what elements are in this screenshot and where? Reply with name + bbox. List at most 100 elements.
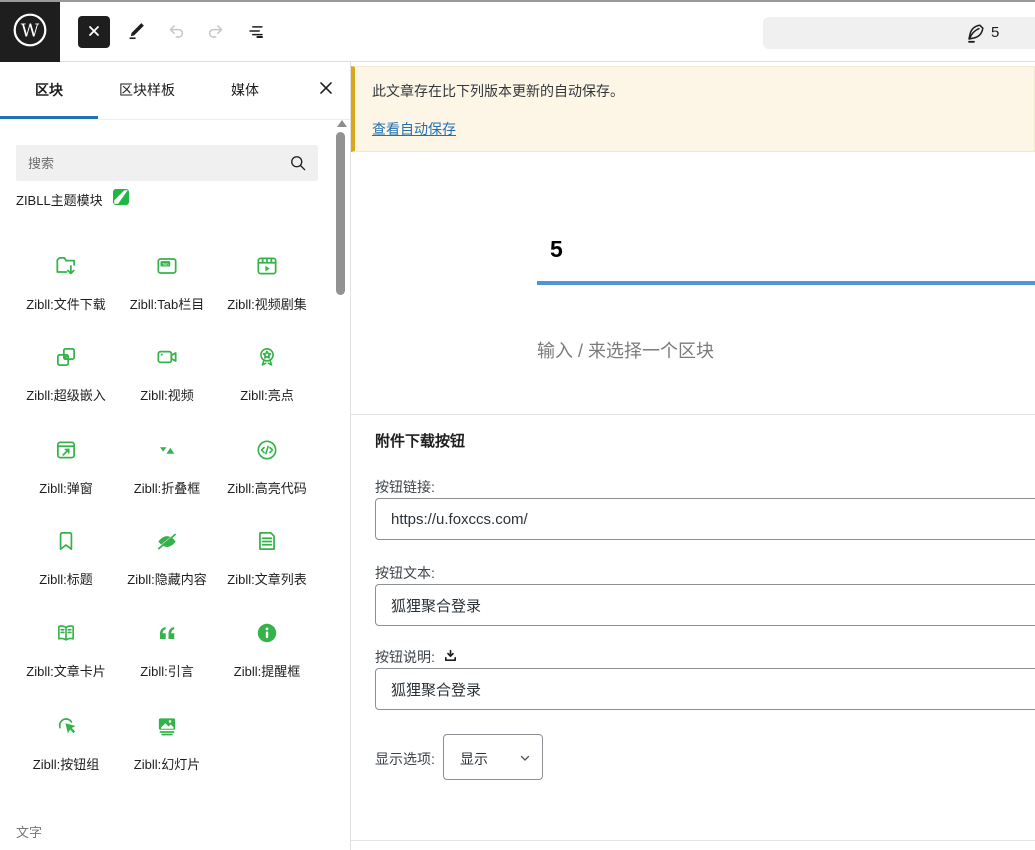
- title-selection-underline: [537, 281, 1035, 285]
- close-panel-button[interactable]: [302, 62, 350, 119]
- block-item-alert-box[interactable]: Zibll:提醒框: [217, 621, 317, 680]
- block-item-super-embed[interactable]: Zibll:超级嵌入: [16, 345, 116, 404]
- block-item-label: Zibll:Tab栏目: [117, 294, 217, 313]
- block-placeholder-text[interactable]: 输入 / 来选择一个区块: [537, 337, 714, 363]
- document-title-text: 5: [991, 24, 999, 41]
- slideshow-icon: [117, 714, 217, 738]
- block-inserter-panel: 区块 区块样板 媒体 ZIBLL主题模块: [0, 62, 351, 850]
- document-title-button[interactable]: 5: [763, 17, 1035, 49]
- scrollbar-up-arrow[interactable]: [337, 120, 347, 127]
- search-icon: [288, 153, 308, 178]
- block-item-label: Zibll:隐藏内容: [117, 569, 217, 588]
- block-item-label: Zibll:文章列表: [217, 569, 317, 588]
- tab-media[interactable]: 媒体: [196, 62, 294, 119]
- open-book-icon: [16, 621, 116, 645]
- award-badge-icon: [217, 345, 317, 369]
- view-autosave-link[interactable]: 查看自动保存: [372, 119, 456, 139]
- redo-icon: [205, 20, 227, 45]
- video-camera-icon: [117, 345, 217, 369]
- edit-mode-button[interactable]: [120, 16, 152, 48]
- block-item-label: Zibll:超级嵌入: [16, 385, 116, 404]
- svg-text:Tab: Tab: [162, 262, 168, 267]
- display-option-select[interactable]: 显示: [443, 734, 543, 780]
- zibll-logo-icon: [113, 189, 129, 210]
- display-option-value: 显示: [460, 749, 488, 769]
- video-episodes-icon: [217, 254, 317, 278]
- wordpress-logo-icon: W: [11, 11, 49, 54]
- block-item-label: Zibll:弹窗: [16, 478, 116, 497]
- block-item-hidden-content[interactable]: Zibll:隐藏内容: [117, 529, 217, 588]
- block-item-label: Zibll:引言: [117, 661, 217, 680]
- block-item-label: Zibll:折叠框: [117, 478, 217, 497]
- block-item-label: Zibll:视频: [117, 385, 217, 404]
- post-title[interactable]: 5: [550, 236, 563, 263]
- download-button-block[interactable]: 附件下载按钮 按钮链接: 按钮文本: 按钮说明: 显示选项: 显示: [351, 414, 1035, 841]
- block-item-label: Zibll:按钮组: [16, 754, 116, 773]
- code-circle-icon: [217, 438, 317, 462]
- zibll-section-title: ZIBLL主题模块: [16, 190, 103, 209]
- wordpress-logo[interactable]: W: [0, 2, 60, 62]
- eye-off-icon: [117, 529, 217, 553]
- undo-button[interactable]: [160, 16, 192, 48]
- block-item-video[interactable]: Zibll:视频: [117, 345, 217, 404]
- editor-top-bar: W: [0, 2, 1035, 62]
- download-block-heading: 附件下载按钮: [375, 430, 465, 451]
- list-view-button[interactable]: [240, 16, 272, 48]
- document-list-icon: [217, 529, 317, 553]
- pencil-icon: [125, 20, 147, 45]
- block-item-video-episodes[interactable]: Zibll:视频剧集: [217, 254, 317, 313]
- block-item-heading[interactable]: Zibll:标题: [16, 529, 116, 588]
- list-view-icon: [245, 20, 267, 45]
- block-item-slideshow[interactable]: Zibll:幻灯片: [117, 714, 217, 773]
- block-item-collapse[interactable]: Zibll:折叠框: [117, 438, 217, 497]
- block-item-label: Zibll:文章卡片: [16, 661, 116, 680]
- block-search: [16, 145, 318, 181]
- block-item-popup[interactable]: Zibll:弹窗: [16, 438, 116, 497]
- button-desc-label: 按钮说明:: [375, 647, 458, 667]
- folder-download-icon: [16, 254, 116, 278]
- svg-text:W: W: [21, 20, 40, 41]
- zibll-section-header: ZIBLL主题模块: [16, 190, 129, 208]
- block-item-label: Zibll:提醒框: [217, 661, 317, 680]
- button-text-input[interactable]: [375, 584, 1035, 626]
- quote-icon: [117, 621, 217, 645]
- block-item-tab-section[interactable]: Tab Zibll:Tab栏目: [117, 254, 217, 313]
- inserter-tabs: 区块 区块样板 媒体: [0, 62, 350, 120]
- block-item-code-highlight[interactable]: Zibll:高亮代码: [217, 438, 317, 497]
- popup-window-icon: [16, 438, 116, 462]
- collapse-triangles-icon: [117, 438, 217, 462]
- block-item-button-group[interactable]: Zibll:按钮组: [16, 714, 116, 773]
- block-item-label: Zibll:高亮代码: [217, 478, 317, 497]
- undo-icon: [165, 20, 187, 45]
- download-icon: [443, 648, 458, 666]
- editor-canvas: 此文章存在比下列版本更新的自动保存。 查看自动保存 5 输入 / 来选择一个区块…: [351, 62, 1035, 850]
- button-desc-input[interactable]: [375, 668, 1035, 710]
- display-option-label: 显示选项:: [375, 749, 435, 769]
- cursor-click-icon: [16, 714, 116, 738]
- draft-quill-icon: [963, 21, 987, 50]
- block-item-highlight-award[interactable]: Zibll:亮点: [217, 345, 317, 404]
- block-item-post-card[interactable]: Zibll:文章卡片: [16, 621, 116, 680]
- scrollbar-thumb[interactable]: [336, 132, 345, 295]
- search-input[interactable]: [16, 145, 318, 181]
- wordpress-block-editor: W: [0, 0, 1035, 850]
- button-link-input[interactable]: [375, 498, 1035, 540]
- autosave-notice-message: 此文章存在比下列版本更新的自动保存。: [372, 81, 624, 101]
- redo-button[interactable]: [200, 16, 232, 48]
- block-item-quote[interactable]: Zibll:引言: [117, 621, 217, 680]
- button-link-label: 按钮链接:: [375, 477, 435, 497]
- block-item-label: Zibll:亮点: [217, 385, 317, 404]
- embed-icon: [16, 345, 116, 369]
- tab-card-icon: Tab: [117, 254, 217, 278]
- block-item-post-list[interactable]: Zibll:文章列表: [217, 529, 317, 588]
- tab-blocks[interactable]: 区块: [0, 62, 98, 119]
- block-item-label: Zibll:视频剧集: [217, 294, 317, 313]
- autosave-notice: 此文章存在比下列版本更新的自动保存。 查看自动保存: [351, 66, 1035, 152]
- close-inserter-button[interactable]: [78, 16, 110, 48]
- close-icon: [317, 79, 335, 102]
- block-item-file-download[interactable]: Zibll:文件下载: [16, 254, 116, 313]
- tab-patterns[interactable]: 区块样板: [98, 62, 196, 119]
- bookmark-icon: [16, 529, 116, 553]
- block-item-label: Zibll:幻灯片: [117, 754, 217, 773]
- block-item-label: Zibll:文件下载: [16, 294, 116, 313]
